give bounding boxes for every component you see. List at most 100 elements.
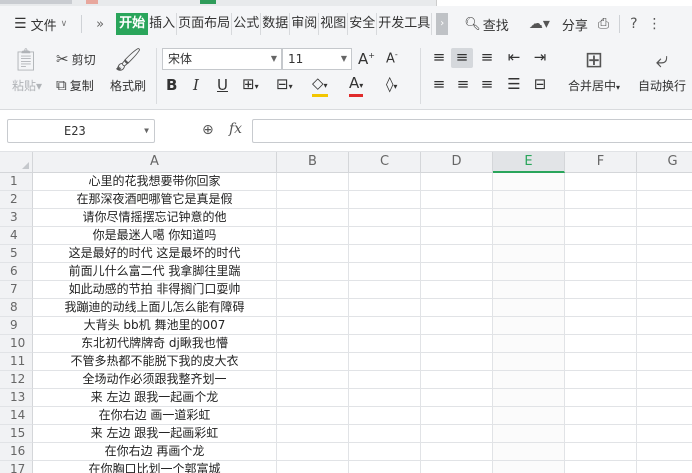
- cell-e13[interactable]: [493, 389, 565, 407]
- cell-d5[interactable]: [421, 245, 493, 263]
- cell-b2[interactable]: [277, 191, 349, 209]
- cut-button[interactable]: ✂ 剪切: [56, 50, 96, 68]
- cell-g12[interactable]: [637, 371, 692, 389]
- align-center-icon[interactable]: ≡: [453, 75, 473, 93]
- cell-e11[interactable]: [493, 353, 565, 371]
- tab-page-layout[interactable]: 页面布局: [177, 13, 233, 35]
- more-menus-button[interactable]: »: [88, 17, 112, 32]
- align-bottom-icon[interactable]: ≡: [477, 48, 497, 66]
- cell-g5[interactable]: [637, 245, 692, 263]
- cell-f3[interactable]: [565, 209, 637, 227]
- cell-d13[interactable]: [421, 389, 493, 407]
- row-header[interactable]: 16: [0, 443, 33, 461]
- cell-e8[interactable]: [493, 299, 565, 317]
- row-header[interactable]: 17: [0, 461, 33, 473]
- cell-d4[interactable]: [421, 227, 493, 245]
- cell-f4[interactable]: [565, 227, 637, 245]
- cell-d16[interactable]: [421, 443, 493, 461]
- cell-g9[interactable]: [637, 317, 692, 335]
- cell-f6[interactable]: [565, 263, 637, 281]
- cell-d9[interactable]: [421, 317, 493, 335]
- cell-a7[interactable]: 如此动感的节拍 非得搁门口耍帅: [33, 281, 277, 299]
- cell-c3[interactable]: [349, 209, 421, 227]
- cell-e14[interactable]: [493, 407, 565, 425]
- cell-g7[interactable]: [637, 281, 692, 299]
- cell-c15[interactable]: [349, 425, 421, 443]
- cell-a14[interactable]: 在你右边 画一道彩虹: [33, 407, 277, 425]
- tab-data[interactable]: 数据: [261, 13, 291, 35]
- cell-a12[interactable]: 全场动作必须跟我整齐划一: [33, 371, 277, 389]
- column-header-d[interactable]: D: [421, 152, 493, 173]
- cell-c13[interactable]: [349, 389, 421, 407]
- cell-d11[interactable]: [421, 353, 493, 371]
- cell-d10[interactable]: [421, 335, 493, 353]
- tab-developer[interactable]: 开发工具: [377, 13, 433, 35]
- cell-c1[interactable]: [349, 173, 421, 191]
- cell-d15[interactable]: [421, 425, 493, 443]
- cell-e2[interactable]: [493, 191, 565, 209]
- share-button[interactable]: 分享: [562, 15, 588, 34]
- cell-g3[interactable]: [637, 209, 692, 227]
- column-header-g[interactable]: G: [637, 152, 692, 173]
- format-painter-button[interactable]: 🖌︎ 格式刷: [110, 48, 146, 94]
- cell-c8[interactable]: [349, 299, 421, 317]
- cell-d2[interactable]: [421, 191, 493, 209]
- cell-c17[interactable]: [349, 461, 421, 473]
- row-header[interactable]: 8: [0, 299, 33, 317]
- tab-home[interactable]: 开始: [116, 13, 149, 35]
- cell-g1[interactable]: [637, 173, 692, 191]
- cell-b8[interactable]: [277, 299, 349, 317]
- row-header[interactable]: 4: [0, 227, 33, 245]
- column-header-a[interactable]: A: [33, 152, 277, 173]
- cell-b5[interactable]: [277, 245, 349, 263]
- row-header[interactable]: 14: [0, 407, 33, 425]
- select-all-corner[interactable]: [0, 152, 33, 173]
- row-header[interactable]: 15: [0, 425, 33, 443]
- font-size-select[interactable]: 11 ▼: [282, 48, 352, 70]
- cell-g6[interactable]: [637, 263, 692, 281]
- cell-c11[interactable]: [349, 353, 421, 371]
- cell-g8[interactable]: [637, 299, 692, 317]
- cell-e9[interactable]: [493, 317, 565, 335]
- row-header[interactable]: 13: [0, 389, 33, 407]
- tab-insert[interactable]: 插入: [148, 13, 178, 35]
- font-name-select[interactable]: 宋体 ▼: [162, 48, 282, 70]
- row-header[interactable]: 12: [0, 371, 33, 389]
- cell-c5[interactable]: [349, 245, 421, 263]
- cell-b10[interactable]: [277, 335, 349, 353]
- italic-icon[interactable]: I: [193, 76, 199, 94]
- more-options-icon[interactable]: ⋮: [648, 16, 662, 32]
- cell-d3[interactable]: [421, 209, 493, 227]
- cell-b9[interactable]: [277, 317, 349, 335]
- cell-e15[interactable]: [493, 425, 565, 443]
- insert-function-button[interactable]: fx: [229, 121, 242, 137]
- comment-icon[interactable]: ⎙: [598, 16, 609, 32]
- align-top-icon[interactable]: ≡: [429, 48, 449, 66]
- cell-d6[interactable]: [421, 263, 493, 281]
- cell-d8[interactable]: [421, 299, 493, 317]
- cell-f14[interactable]: [565, 407, 637, 425]
- cell-f17[interactable]: [565, 461, 637, 473]
- cell-d7[interactable]: [421, 281, 493, 299]
- cell-g4[interactable]: [637, 227, 692, 245]
- column-header-c[interactable]: C: [349, 152, 421, 173]
- decrease-indent-icon[interactable]: ⇤: [504, 48, 524, 66]
- cell-f8[interactable]: [565, 299, 637, 317]
- cell-b15[interactable]: [277, 425, 349, 443]
- cell-c16[interactable]: [349, 443, 421, 461]
- row-header[interactable]: 10: [0, 335, 33, 353]
- cell-d12[interactable]: [421, 371, 493, 389]
- row-header[interactable]: 2: [0, 191, 33, 209]
- cloud-sync-icon[interactable]: ☁▾: [529, 16, 550, 32]
- cell-a8[interactable]: 我蹦迪的动线上面儿怎么能有障碍: [33, 299, 277, 317]
- cell-c7[interactable]: [349, 281, 421, 299]
- cell-b14[interactable]: [277, 407, 349, 425]
- clear-format-icon[interactable]: ◊▾: [386, 75, 397, 93]
- increase-font-size-icon[interactable]: A+: [358, 50, 375, 68]
- cell-g16[interactable]: [637, 443, 692, 461]
- cell-f2[interactable]: [565, 191, 637, 209]
- cell-f1[interactable]: [565, 173, 637, 191]
- cell-e3[interactable]: [493, 209, 565, 227]
- cell-e4[interactable]: [493, 227, 565, 245]
- cell-b12[interactable]: [277, 371, 349, 389]
